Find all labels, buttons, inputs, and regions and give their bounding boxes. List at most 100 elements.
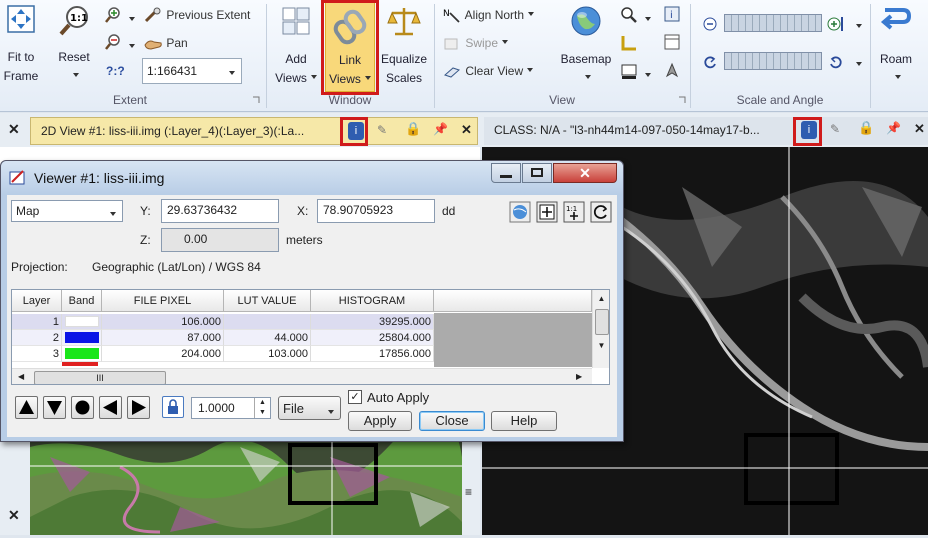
scroll-up-icon[interactable]: ▲ [593,294,609,303]
column-header-lut-value[interactable]: LUT VALUE [224,290,311,312]
close-button[interactable]: Close [419,411,485,431]
view-properties-button[interactable] [664,34,680,55]
scale-combobox[interactable]: 1:166431 [142,58,242,84]
coordinate-mode-arrow[interactable] [106,208,116,222]
tab-class-view[interactable]: CLASS: N/A - "l3-nh44m14-097-050-14may17… [484,117,928,145]
zoom-out-button[interactable] [104,33,135,56]
spinner-up-icon[interactable]: ▲ [254,398,270,408]
file-menu-arrow[interactable] [324,406,334,420]
rotate-right-icon[interactable] [828,54,844,70]
info-button[interactable]: i [664,6,680,27]
magnifier-dropdown[interactable] [641,13,651,27]
column-header-histogram[interactable]: HISTOGRAM [311,290,434,312]
nav-center-button[interactable] [71,396,94,419]
pin-icon[interactable]: 📌 [886,121,901,135]
scroll-right-icon[interactable]: ▶ [576,372,582,381]
background-color-dropdown[interactable] [641,69,651,83]
pan-button[interactable]: Pan [143,34,188,52]
nav-up-button[interactable] [15,396,38,419]
lock-icon[interactable]: 🔒 [858,120,874,136]
roam-button[interactable]: Roam [874,4,918,79]
maximize-button[interactable] [522,163,552,183]
column-header-file-pixel[interactable]: FILE PIXEL [102,290,224,312]
globe-sync-icon[interactable] [509,201,531,223]
tab-close-icon[interactable]: ✕ [914,121,925,137]
zoom-in-dropdown[interactable] [125,13,135,27]
column-header-band[interactable]: Band [62,290,102,312]
close-panel-icon[interactable]: ✕ [8,507,20,524]
false-color-image[interactable] [30,437,462,535]
coordinate-mode-select[interactable]: Map [11,200,123,222]
previous-extent-button[interactable]: Previous Extent [143,6,250,25]
scale-dropdown[interactable] [852,20,862,34]
lock-icon[interactable]: 🔒 [405,121,421,137]
equalize-scales-button[interactable]: Equalize Scales [378,4,430,88]
pixel-info-table[interactable]: Layer Band FILE PIXEL LUT VALUE HISTOGRA… [11,289,610,385]
basemap-dropdown-arrow[interactable] [556,69,616,79]
magnifier-icon [621,7,637,23]
band-color-swatch [65,348,99,359]
reset-dropdown-arrow[interactable] [52,67,96,77]
align-north-button[interactable]: N Align North [442,6,534,25]
scale-slider[interactable] [724,14,822,32]
eraser-small-icon[interactable]: ✎ [377,123,387,137]
nav-right-button[interactable] [127,396,150,419]
pin-icon[interactable]: 📌 [433,122,448,136]
tab-close-icon[interactable]: ✕ [461,122,472,138]
apply-button[interactable]: Apply [348,411,412,431]
horizontal-scroll-thumb[interactable]: III [34,371,166,384]
angle-dropdown[interactable] [852,58,862,72]
scroll-down-icon[interactable]: ▼ [593,341,609,350]
table-row[interactable]: 1 106.000 39295.000 [12,314,434,330]
spinner-down-icon[interactable]: ▼ [254,408,270,418]
group-launcher-icon[interactable] [678,96,686,104]
lock-step-button[interactable] [162,396,184,418]
scale-increase-icon[interactable] [826,14,846,34]
crosshair-icon[interactable] [536,201,558,223]
dialog-title-bar[interactable]: Viewer #1: liss-iii.img ✕ [1,161,623,195]
swipe-button[interactable]: Swipe [442,34,508,52]
close-panel-icon[interactable]: ✕ [8,121,20,138]
minimize-button[interactable] [491,163,521,183]
magnifier-button[interactable] [620,6,651,29]
column-header-layer[interactable]: Layer [12,290,62,312]
vertical-scroll-thumb[interactable] [594,309,609,335]
x-coordinate-field[interactable]: 78.90705923 [317,199,435,223]
eraser-small-icon[interactable]: ✎ [830,122,840,136]
angle-slider[interactable] [724,52,822,70]
viewer-inquire-dialog[interactable]: Viewer #1: liss-iii.img ✕ Map Y: 29.6373… [0,160,624,442]
splitter-grip-icon[interactable]: ≡ [465,485,472,499]
step-value-spinner[interactable]: 1.0000 ▲ ▼ [191,397,271,419]
scale-dropdown-arrow[interactable] [225,67,235,81]
clear-view-button[interactable]: Clear View [442,62,533,80]
basemap-button[interactable]: Basemap [556,4,616,79]
reset-button[interactable]: 1:1 Reset [52,4,96,77]
tab-2d-view[interactable]: 2D View #1: liss-iii.img (:Layer_4)(:Lay… [30,117,478,145]
background-color-button[interactable] [620,62,651,85]
scroll-left-icon[interactable]: ◀ [18,372,24,381]
group-launcher-icon[interactable] [252,96,260,104]
help-button[interactable]: Help [491,411,557,431]
rotate-left-icon[interactable] [702,54,718,70]
add-views-button[interactable]: Add Views [272,4,320,88]
horizontal-scrollbar[interactable]: ◀ III ▶ [12,368,592,384]
nav-left-button[interactable] [99,396,122,419]
dialog-close-icon[interactable]: ✕ [553,163,617,183]
table-row[interactable]: 3 204.000 103.000 17856.000 [12,346,434,362]
one-to-one-zoom-icon[interactable]: 1:1 [563,201,585,223]
north-marker-button[interactable] [664,62,680,83]
inquire-tool-button[interactable]: ?:? [106,62,125,80]
zoom-in-button[interactable] [104,6,135,29]
zoom-out-dropdown[interactable] [125,40,135,54]
roam-dropdown-arrow[interactable] [874,69,918,79]
file-menu-button[interactable]: File [278,396,341,420]
measure-button[interactable] [620,34,638,57]
scale-decrease-icon[interactable] [702,16,718,32]
auto-apply-checkbox[interactable]: ✓ [348,390,362,404]
nav-down-button[interactable] [43,396,66,419]
y-coordinate-field[interactable]: 29.63736432 [161,199,279,223]
vertical-scrollbar[interactable]: ▲ ▼ [592,290,609,368]
fit-to-frame-button[interactable]: Fit to Frame [0,4,42,86]
table-row[interactable]: 2 87.000 44.000 25804.000 [12,330,434,346]
refresh-icon[interactable] [590,201,612,223]
